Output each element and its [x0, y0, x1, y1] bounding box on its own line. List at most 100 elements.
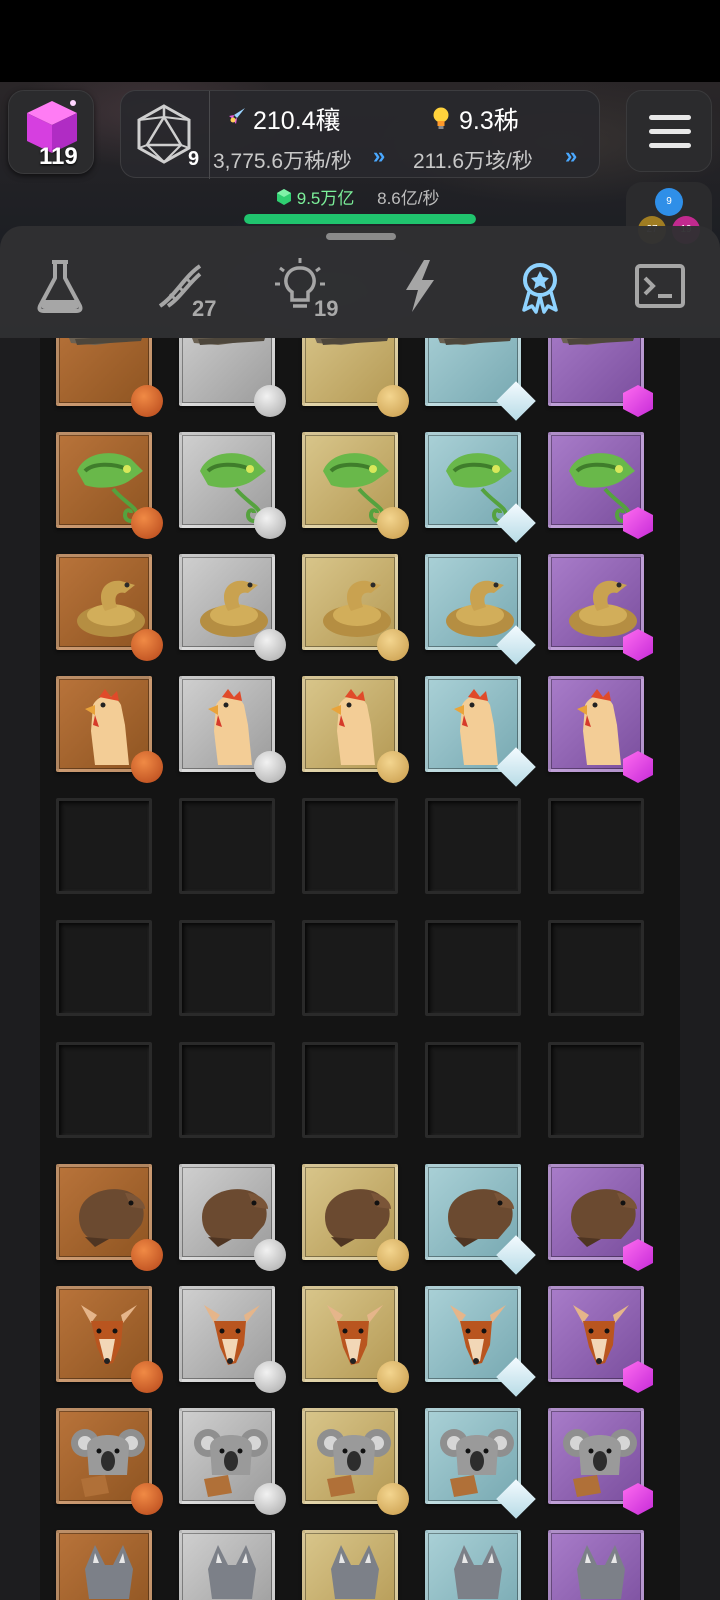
empty-achievement-slot	[179, 798, 275, 894]
lightbulb-icon	[433, 107, 449, 129]
empty-achievement-slot	[56, 1042, 152, 1138]
d20-level: 9	[188, 148, 200, 170]
gold-tier-badge-icon	[377, 629, 409, 661]
achievement-tile-deer-gold[interactable]	[302, 1286, 409, 1393]
gem-rate: 8.6亿/秒	[377, 189, 440, 208]
achievement-tile-wolf-silver[interactable]	[179, 1530, 275, 1600]
bronze-tier-badge-icon	[131, 1483, 163, 1515]
stats-divider	[209, 91, 210, 179]
achievement-tile-deer-diamond[interactable]	[425, 1286, 536, 1397]
bronze-tier-badge-icon	[131, 385, 163, 417]
achievement-tile-snake-amethyst[interactable]	[548, 554, 653, 661]
achievement-tile-koala-silver[interactable]	[179, 1408, 286, 1515]
gold-tier-badge-icon	[377, 1483, 409, 1515]
gold-tier-badge-icon	[377, 1239, 409, 1271]
resource2-value: 9.3秭	[459, 107, 519, 135]
bronze-tier-badge-icon	[131, 1361, 163, 1393]
grid-side-right	[680, 338, 720, 1600]
achievement-tile-chameleon-silver[interactable]	[179, 432, 286, 539]
rocket-icon	[229, 108, 245, 124]
achievement-tile-beaver-diamond[interactable]	[425, 1164, 536, 1275]
achievement-tile-deer-silver[interactable]	[179, 1286, 286, 1393]
tab-terminal[interactable]	[630, 256, 690, 316]
achievement-tile-deer-amethyst[interactable]	[548, 1286, 653, 1393]
wolf-icon	[85, 1545, 133, 1599]
achievement-tile-chicken-bronze[interactable]	[56, 676, 163, 783]
achievement-tile-koala-bronze[interactable]	[56, 1408, 163, 1515]
resource1-value: 210.4穰	[253, 107, 341, 135]
menu-button[interactable]	[626, 90, 712, 172]
bronze-tier-badge-icon	[131, 1239, 163, 1271]
silver-tier-badge-icon	[254, 507, 286, 539]
resource2-boost-icon[interactable]: »	[565, 143, 577, 169]
achievement-tile-wolf-gold[interactable]	[302, 1530, 398, 1600]
drag-handle[interactable]	[326, 233, 396, 240]
empty-achievement-slot	[179, 1042, 275, 1138]
achievement-tile-koala-gold[interactable]	[302, 1408, 409, 1515]
achievement-tile-chameleon-amethyst[interactable]	[548, 432, 653, 539]
gold-tier-badge-icon	[377, 507, 409, 539]
achievement-tile-beaver-bronze[interactable]	[56, 1164, 163, 1271]
achievement-tile-crocodile-amethyst[interactable]	[548, 338, 653, 417]
achievement-tile-chicken-diamond[interactable]	[425, 676, 536, 787]
empty-achievement-slot	[548, 1042, 644, 1138]
achievement-tile-crocodile-diamond[interactable]	[425, 338, 536, 421]
wolf-icon	[577, 1545, 625, 1599]
gold-tier-badge-icon	[377, 385, 409, 417]
achievement-tile-crocodile-silver[interactable]	[179, 338, 286, 417]
achievement-tile-chameleon-gold[interactable]	[302, 432, 409, 539]
empty-achievement-slot	[56, 798, 152, 894]
achievement-tile-chicken-amethyst[interactable]	[548, 676, 653, 783]
empty-achievement-slot	[56, 920, 152, 1016]
silver-tier-badge-icon	[254, 1483, 286, 1515]
achievement-tile-koala-diamond[interactable]	[425, 1408, 536, 1519]
empty-achievement-slot	[425, 1042, 521, 1138]
achievement-tile-beaver-amethyst[interactable]	[548, 1164, 653, 1271]
achievement-tile-chameleon-diamond[interactable]	[425, 432, 536, 543]
hamburger-line	[649, 129, 691, 134]
achievement-tile-deer-bronze[interactable]	[56, 1286, 163, 1393]
achievement-tile-chicken-silver[interactable]	[179, 676, 286, 783]
bronze-tier-badge-icon	[131, 507, 163, 539]
empty-achievement-slot	[425, 798, 521, 894]
achievement-tile-snake-bronze[interactable]	[56, 554, 163, 661]
resource2-rate: 211.6万垓/秒	[413, 150, 533, 173]
achievement-tile-snake-diamond[interactable]	[425, 554, 536, 665]
stats-panel[interactable]: 9 210.4穰 9.3秭 3,775.6万秭/秒 » 211.6万垓/秒 »	[120, 90, 600, 179]
achievement-tile-snake-silver[interactable]	[179, 554, 286, 661]
tab-achievements[interactable]	[510, 256, 570, 316]
resource1-boost-icon[interactable]: »	[373, 143, 385, 169]
bronze-tier-badge-icon	[131, 629, 163, 661]
achievement-tile-wolf-bronze[interactable]	[56, 1530, 152, 1600]
achievement-tile-crocodile-bronze[interactable]	[56, 338, 163, 417]
cube-button[interactable]: 119	[8, 90, 94, 174]
gold-tier-badge-icon	[377, 751, 409, 783]
achievement-tile-chicken-gold[interactable]	[302, 676, 409, 783]
cube-count: 119	[39, 143, 78, 170]
gem-line: 9.5万亿 8.6亿/秒	[276, 184, 439, 209]
tab-lab[interactable]	[30, 256, 90, 316]
achievement-tile-wolf-diamond[interactable]	[425, 1530, 521, 1600]
gem-value: 9.5万亿	[296, 189, 355, 208]
gold-tier-badge-icon	[377, 1361, 409, 1393]
achievement-tile-wolf-amethyst[interactable]	[548, 1530, 644, 1600]
achievement-tile-snake-gold[interactable]	[302, 554, 409, 661]
hamburger-line	[649, 143, 691, 148]
achievement-tile-beaver-gold[interactable]	[302, 1164, 409, 1271]
empty-achievement-slot	[548, 920, 644, 1016]
d20-icon	[137, 104, 191, 164]
lightning-icon	[406, 260, 434, 312]
flask-icon	[37, 260, 83, 313]
terminal-icon	[635, 264, 685, 308]
tab-power[interactable]	[390, 256, 450, 316]
achievement-grid	[40, 338, 680, 1600]
achievement-tile-chameleon-bronze[interactable]	[56, 432, 163, 539]
achievement-tile-crocodile-gold[interactable]	[302, 338, 409, 417]
achievement-tile-koala-amethyst[interactable]	[548, 1408, 653, 1515]
achievement-tile-beaver-silver[interactable]	[179, 1164, 286, 1271]
silver-tier-badge-icon	[254, 385, 286, 417]
silver-tier-badge-icon	[254, 629, 286, 661]
hamburger-line	[649, 115, 691, 120]
blue-orb: 9	[655, 188, 683, 216]
award-badge-icon	[522, 263, 558, 314]
